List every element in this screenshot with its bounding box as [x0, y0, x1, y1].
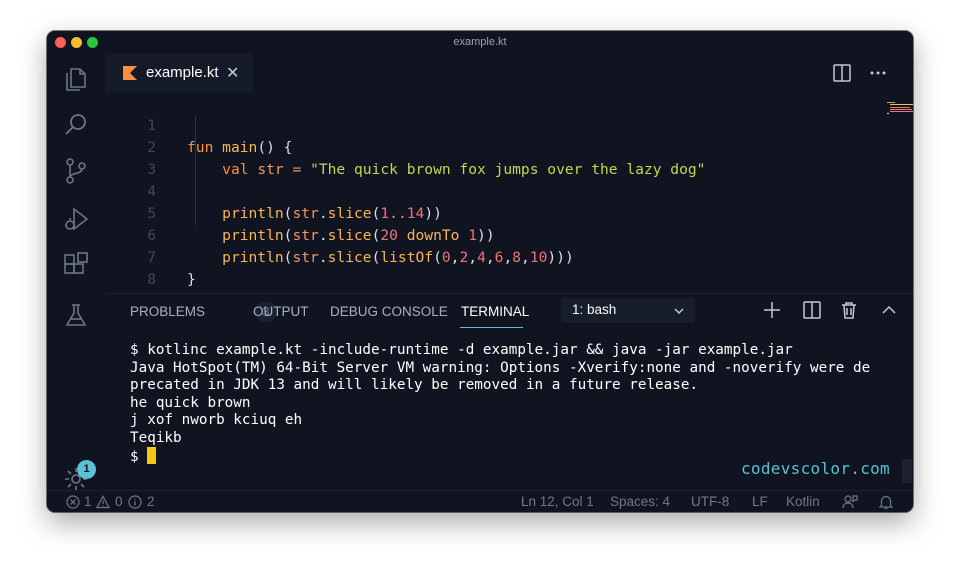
tab-problems[interactable]: PROBLEMS	[130, 304, 205, 319]
bell-icon[interactable]	[878, 494, 894, 510]
terminal-line: $ kotlinc example.kt -include-runtime -d…	[130, 342, 793, 358]
split-terminal-icon[interactable]	[801, 299, 823, 321]
info-icon[interactable]	[128, 495, 142, 509]
maximize-panel-icon[interactable]	[878, 299, 900, 321]
terminal-select[interactable]: 1: bash	[561, 298, 695, 323]
title-bar: example.kt	[47, 31, 913, 53]
tab-terminal[interactable]: TERMINAL	[461, 304, 529, 319]
trash-icon[interactable]	[838, 299, 860, 321]
run-debug-icon[interactable]	[62, 205, 90, 233]
source-control-icon[interactable]	[62, 157, 90, 185]
terminal-prompt-line: $	[130, 447, 157, 465]
tab-debug-console[interactable]: DEBUG CONSOLE	[330, 304, 448, 319]
cursor-position[interactable]: Ln 12, Col 1	[521, 494, 594, 509]
add-terminal-icon[interactable]	[761, 299, 783, 321]
warning-count[interactable]: 0	[115, 494, 123, 509]
encoding[interactable]: UTF-8	[691, 494, 729, 509]
code-line: 7 }	[147, 249, 196, 288]
watermark: codevscolor.com	[741, 459, 890, 478]
active-tab-indicator	[460, 327, 523, 328]
code-line: 9	[105, 269, 865, 310]
terminal-scrollbar[interactable]	[902, 459, 912, 483]
warning-icon[interactable]	[96, 495, 110, 509]
end-of-line[interactable]: LF	[752, 494, 768, 509]
code-line: 3	[147, 161, 156, 178]
activity-bar: 1	[47, 53, 105, 490]
split-editor-icon[interactable]	[831, 62, 853, 84]
code-line: 2 val str = "The quick brown fox jumps o…	[147, 139, 706, 178]
window-title: example.kt	[453, 36, 507, 48]
kotlin-file-icon	[123, 66, 137, 80]
terminal-prompt: $	[130, 449, 148, 465]
terminal-line: j xof nworb kciuq eh	[130, 412, 303, 428]
tab-example-kt[interactable]: example.kt ✕	[105, 53, 253, 94]
files-icon[interactable]	[62, 65, 90, 93]
extensions-icon[interactable]	[62, 251, 90, 279]
code-line: 8	[147, 271, 156, 288]
editor-tab-bar: example.kt ✕	[105, 53, 913, 94]
language-mode[interactable]: Kotlin	[786, 494, 820, 509]
chevron-down-icon	[674, 308, 684, 315]
error-icon[interactable]	[66, 495, 80, 509]
bottom-panel: PROBLEMS 3 OUTPUT DEBUG CONSOLE TERMINAL…	[105, 293, 913, 491]
feedback-icon[interactable]	[842, 494, 858, 510]
info-count[interactable]: 2	[147, 494, 155, 509]
status-bar: 1 0 2 Ln 12, Col 1 Spaces: 4 UTF-8 LF Ko…	[47, 490, 913, 512]
terminal-line: precated in JDK 13 and will likely be re…	[130, 377, 699, 393]
testing-icon[interactable]	[62, 301, 90, 329]
tab-label: example.kt	[146, 64, 219, 81]
terminal-select-value: 1: bash	[572, 302, 617, 317]
error-count[interactable]: 1	[84, 494, 92, 509]
terminal-line: Teqikb	[130, 429, 182, 446]
terminal-line: he quick brown	[130, 394, 251, 411]
code-line: 6 println(str.slice(listOf(0,2,4,6,8,10)…	[147, 227, 574, 266]
terminal-cursor	[147, 447, 157, 464]
terminal-line: Java HotSpot(TM) 64-Bit Server VM warnin…	[130, 359, 871, 376]
code-editor[interactable]: 1 fun main() { 2 val str = "The quick br…	[105, 93, 913, 310]
code-line: 1 fun main() {	[147, 117, 293, 156]
minimap[interactable]	[885, 101, 913, 117]
code-line: 4 println(str.slice(1..14))	[147, 183, 442, 222]
more-actions-icon[interactable]	[867, 62, 889, 84]
code-line: 5 println(str.slice(20 downTo 1))	[147, 205, 495, 244]
close-icon[interactable]: ✕	[226, 63, 239, 83]
vscode-window: example.kt 1 example.kt ✕ 1 fun main() {…	[47, 31, 913, 512]
search-icon[interactable]	[62, 111, 90, 139]
indentation[interactable]: Spaces: 4	[610, 494, 670, 509]
tab-output[interactable]: OUTPUT	[253, 304, 309, 319]
settings-badge: 1	[77, 460, 96, 479]
